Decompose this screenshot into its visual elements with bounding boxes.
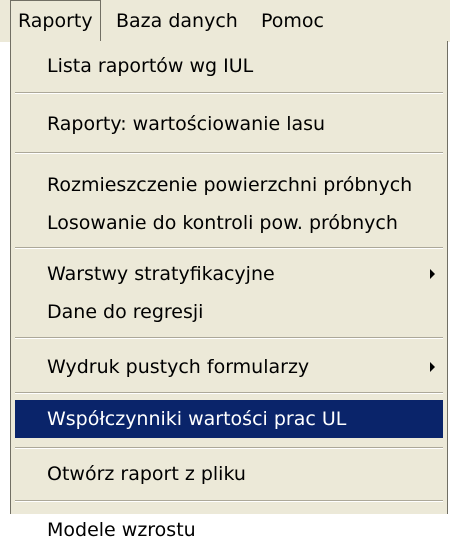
raporty-dropdown-menu: Lista raportów wg IUL Raporty: wartościo… [10, 41, 448, 541]
menu-item-label: Współczynniki wartości prac UL [47, 408, 347, 430]
submenu-arrow-icon [430, 362, 435, 372]
menu-item-otworz-raport[interactable]: Otwórz raport z pliku [15, 455, 443, 493]
menu-item-wspolczynniki-wartosci[interactable]: Współczynniki wartości prac UL [15, 400, 443, 438]
submenu-arrow-icon [430, 269, 435, 279]
menu-baza-danych[interactable]: Baza danych [116, 0, 238, 42]
menu-separator [15, 337, 443, 339]
menu-item-raporty-wartosciowanie[interactable]: Raporty: wartościowanie lasu [15, 105, 443, 143]
menu-item-label: Otwórz raport z pliku [47, 463, 246, 485]
menu-bar: Raporty Baza danych Pomoc [0, 0, 450, 42]
menu-pomoc[interactable]: Pomoc [261, 0, 324, 42]
menu-item-label: Modele wzrostu [47, 519, 196, 541]
menu-raporty[interactable]: Raporty [10, 0, 101, 41]
menu-item-dane-do-regresji[interactable]: Dane do regresji [15, 293, 443, 331]
menu-separator [15, 392, 443, 394]
menu-item-label: Wydruk pustych formularzy [47, 356, 310, 378]
menu-item-label: Warstwy stratyfikacyjne [47, 263, 275, 285]
menu-item-label: Raporty: wartościowanie lasu [47, 113, 326, 135]
menu-item-modele-wzrostu[interactable]: Modele wzrostu [15, 511, 443, 549]
menu-item-label: Dane do regresji [47, 301, 204, 323]
menu-item-losowanie[interactable]: Losowanie do kontroli pow. próbnych [15, 204, 443, 242]
menu-separator [15, 447, 443, 449]
menu-item-label: Losowanie do kontroli pow. próbnych [47, 212, 398, 234]
menu-item-wydruk-formularzy[interactable]: Wydruk pustych formularzy [15, 348, 443, 386]
menu-separator [15, 500, 443, 502]
menu-item-label: Rozmieszczenie powierzchni próbnych [47, 174, 413, 196]
menu-separator [15, 152, 443, 154]
menu-item-label: Lista raportów wg IUL [47, 55, 254, 77]
menu-separator [15, 247, 443, 249]
menu-item-rozmieszczenie[interactable]: Rozmieszczenie powierzchni próbnych [15, 166, 443, 204]
menu-item-lista-raportow[interactable]: Lista raportów wg IUL [15, 47, 443, 85]
menu-item-warstwy-stratyfikacyjne[interactable]: Warstwy stratyfikacyjne [15, 255, 443, 293]
menu-separator [15, 92, 443, 94]
